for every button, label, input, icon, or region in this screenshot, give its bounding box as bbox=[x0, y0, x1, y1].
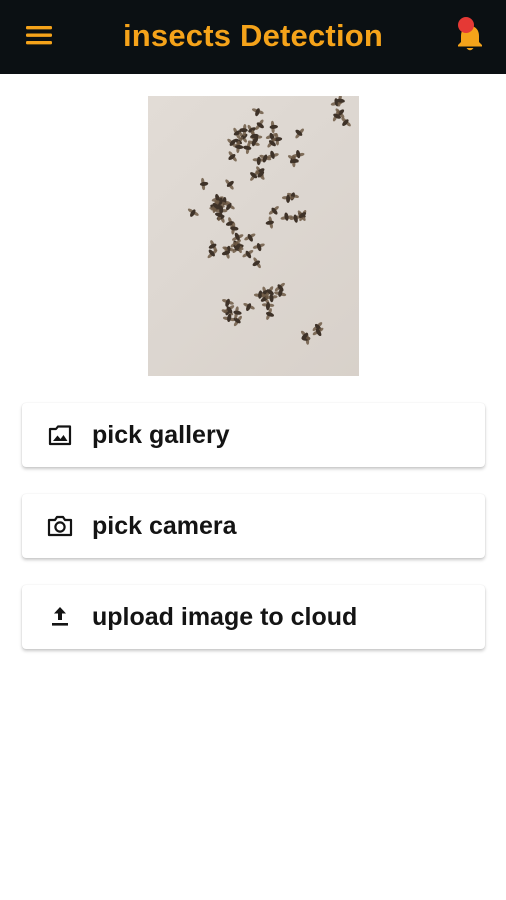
insect bbox=[269, 120, 278, 134]
insect bbox=[252, 257, 261, 269]
insect-photo bbox=[148, 96, 359, 376]
camera-icon bbox=[46, 512, 74, 540]
insect bbox=[252, 243, 265, 252]
image-icon bbox=[46, 421, 74, 449]
notification-badge bbox=[458, 17, 474, 33]
menu-icon bbox=[26, 26, 52, 45]
pick-gallery-label: pick gallery bbox=[92, 421, 230, 449]
upload-image-label: upload image to cloud bbox=[92, 603, 358, 631]
insect bbox=[255, 119, 264, 130]
insect bbox=[300, 330, 311, 341]
insect bbox=[187, 208, 199, 217]
insect bbox=[265, 308, 275, 320]
menu-button[interactable] bbox=[26, 22, 54, 50]
insect bbox=[243, 302, 255, 311]
upload-icon bbox=[46, 603, 74, 631]
app-title: insects Detection bbox=[122, 18, 384, 53]
pick-camera-label: pick camera bbox=[92, 512, 237, 540]
insect-swarm-image bbox=[187, 96, 351, 345]
insect bbox=[199, 177, 209, 191]
notifications-button[interactable] bbox=[452, 14, 488, 54]
insect bbox=[244, 233, 256, 242]
pick-camera-button[interactable]: pick camera bbox=[22, 494, 485, 558]
insect bbox=[225, 179, 234, 190]
insect bbox=[295, 128, 304, 139]
bell-icon bbox=[458, 17, 482, 51]
insect bbox=[235, 140, 244, 154]
insect bbox=[251, 108, 264, 117]
insect bbox=[268, 206, 279, 215]
upload-image-button[interactable]: upload image to cloud bbox=[22, 585, 485, 649]
app-bar: insects Detection bbox=[0, 0, 506, 74]
insect bbox=[265, 216, 274, 229]
insect bbox=[280, 212, 293, 221]
insect bbox=[261, 301, 275, 311]
pick-gallery-button[interactable]: pick gallery bbox=[22, 403, 485, 467]
